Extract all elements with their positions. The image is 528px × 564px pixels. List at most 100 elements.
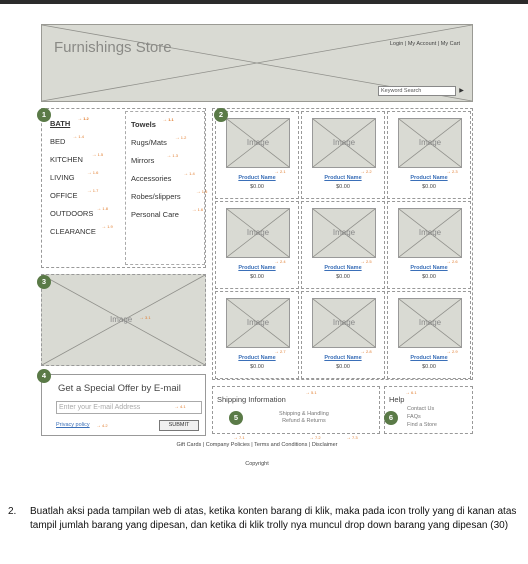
product-card[interactable]: Image2.8Product Name$0.00 (301, 291, 385, 379)
subcategory-item[interactable]: Accessories1.4 (131, 170, 204, 188)
image-label: Image (332, 228, 356, 237)
account-links: Login | My Account | My Cart (390, 41, 460, 47)
category-item-office[interactable]: OFFICE1.7 (50, 187, 122, 205)
email-offer-box: Get a Special Offer by E-mail Enter your… (41, 374, 206, 436)
product-name-link[interactable]: Product Name (388, 175, 470, 181)
product-name-link[interactable]: Product Name (216, 265, 298, 271)
product-card[interactable]: Image2.9Product Name$0.00 (387, 291, 471, 379)
product-image[interactable]: Image (398, 298, 462, 348)
annotation-note: 1.6 (192, 201, 204, 219)
footer-links[interactable]: Gift Cards | Company Policies | Terms an… (41, 442, 473, 448)
product-price: $0.00 (422, 184, 436, 190)
copyright-text: Copyright (245, 461, 269, 467)
play-triangle-icon: ▶ (459, 88, 464, 94)
product-card[interactable]: Image2.4Product Name$0.00 (215, 201, 299, 289)
keyword-search-input[interactable]: Keyword Search (378, 86, 456, 96)
product-image[interactable]: Image (226, 208, 290, 258)
annotation-note: 3.1 (139, 315, 151, 321)
category-label: BED (50, 137, 66, 146)
category-label: OFFICE (50, 191, 78, 200)
category-item-bath[interactable]: BATH1.2 (50, 115, 122, 133)
login-link[interactable]: Login (390, 41, 403, 47)
help-title: Help (389, 395, 405, 404)
submit-button[interactable]: SUBMIT (159, 420, 199, 431)
product-card[interactable]: Image2.6Product Name$0.00 (387, 201, 471, 289)
help-links: Contact Us FAQs Find a Store (407, 405, 437, 429)
product-name-link[interactable]: Product Name (388, 355, 470, 361)
subcategory-list: Towels1.1Rugs/Mats1.2Mirrors1.3Accessori… (125, 111, 208, 265)
annotation-note: 4.2 (96, 423, 108, 429)
annotation-note: 1.4 (72, 128, 84, 146)
subcategory-label: Robes/slippers (131, 192, 181, 201)
search-go-button[interactable]: ▶ (457, 86, 466, 96)
product-name-link[interactable]: Product Name (216, 175, 298, 181)
subcategory-label: Rugs/Mats (131, 138, 167, 147)
faqs-link[interactable]: FAQs (407, 413, 437, 421)
annotation-note: 1.5 (92, 146, 104, 164)
question-text: Buatlah aksi pada tampilan web di atas, … (30, 506, 517, 531)
shipping-handling-link[interactable]: Shipping & Handling (279, 411, 329, 418)
category-label: OUTDOORS (50, 209, 94, 218)
annotation-note: 1.8 (96, 200, 108, 218)
product-price: $0.00 (422, 364, 436, 370)
my-account-link[interactable]: My Account (408, 41, 436, 47)
contact-us-link[interactable]: Contact Us (407, 405, 437, 413)
refund-returns-link[interactable]: Refund & Returns (279, 418, 329, 425)
subcategory-label: Personal Care (131, 210, 179, 219)
my-cart-link[interactable]: My Cart (441, 41, 460, 47)
product-image[interactable]: Image (398, 118, 462, 168)
image-label: Image (246, 138, 270, 147)
product-name-link[interactable]: Product Name (302, 265, 384, 271)
image-label: Image (418, 318, 442, 327)
annotation-note: 1.3 (166, 147, 178, 165)
product-card[interactable]: Image2.7Product Name$0.00 (215, 291, 299, 379)
product-image[interactable]: Image (312, 298, 376, 348)
product-price: $0.00 (250, 184, 264, 190)
promo-banner[interactable]: Image 3.1 (41, 274, 206, 366)
shipping-info-box: Shipping Information 5.1 Shipping & Hand… (212, 386, 380, 434)
section-badge-4: 4 (37, 369, 51, 383)
product-card[interactable]: Image2.2Product Name$0.00 (301, 111, 385, 199)
category-list: BATH1.2BED1.4KITCHEN1.5LIVING1.6OFFICE1.… (50, 115, 122, 265)
annotation-note: 7.2 (309, 435, 321, 441)
annotation-note: 7.3 (346, 435, 358, 441)
category-menu: BATH1.2BED1.4KITCHEN1.5LIVING1.6OFFICE1.… (41, 108, 208, 268)
product-price: $0.00 (336, 184, 350, 190)
email-offer-title: Get a Special Offer by E-mail (58, 383, 181, 394)
product-image[interactable]: Image (226, 298, 290, 348)
privacy-policy-link[interactable]: Privacy policy (56, 422, 90, 428)
product-image[interactable]: Image (312, 208, 376, 258)
product-name-link[interactable]: Product Name (302, 175, 384, 181)
section-badge-5: 5 (229, 411, 243, 425)
image-label: Image (332, 138, 356, 147)
category-item-clearance[interactable]: CLEARANCE1.9 (50, 223, 122, 241)
category-label: LIVING (50, 173, 75, 182)
find-store-link[interactable]: Find a Store (407, 421, 437, 429)
product-image[interactable]: Image (312, 118, 376, 168)
image-label: Image (332, 318, 356, 327)
top-border-bar (0, 0, 528, 4)
category-label: CLEARANCE (50, 227, 96, 236)
store-title[interactable]: Furnishings Store (54, 39, 172, 56)
image-label: Image (246, 318, 270, 327)
product-name-link[interactable]: Product Name (302, 355, 384, 361)
subcategory-item[interactable]: Towels1.1 (131, 116, 204, 134)
annotation-note: 1.6 (87, 164, 99, 182)
annotation-note: 1.5 (196, 183, 208, 201)
annotation-note: 4.1 (174, 404, 186, 410)
section-badge-3: 3 (37, 275, 51, 289)
annotation-note: 1.1 (162, 111, 174, 129)
product-name-link[interactable]: Product Name (216, 355, 298, 361)
product-card[interactable]: Image2.5Product Name$0.00 (301, 201, 385, 289)
category-item-bed[interactable]: BED1.4 (50, 133, 122, 151)
product-image[interactable]: Image (398, 208, 462, 258)
product-card[interactable]: Image2.3Product Name$0.00 (387, 111, 471, 199)
product-card[interactable]: Image2.1Product Name$0.00 (215, 111, 299, 199)
subcategory-item[interactable]: Personal Care1.6 (131, 206, 204, 224)
product-name-link[interactable]: Product Name (388, 265, 470, 271)
subcategory-label: Accessories (131, 174, 172, 183)
question-number: 2. (8, 506, 17, 517)
product-image[interactable]: Image (226, 118, 290, 168)
image-label: Image (418, 138, 442, 147)
help-box: Help 6.1 Contact Us FAQs Find a Store 6 (384, 386, 473, 434)
